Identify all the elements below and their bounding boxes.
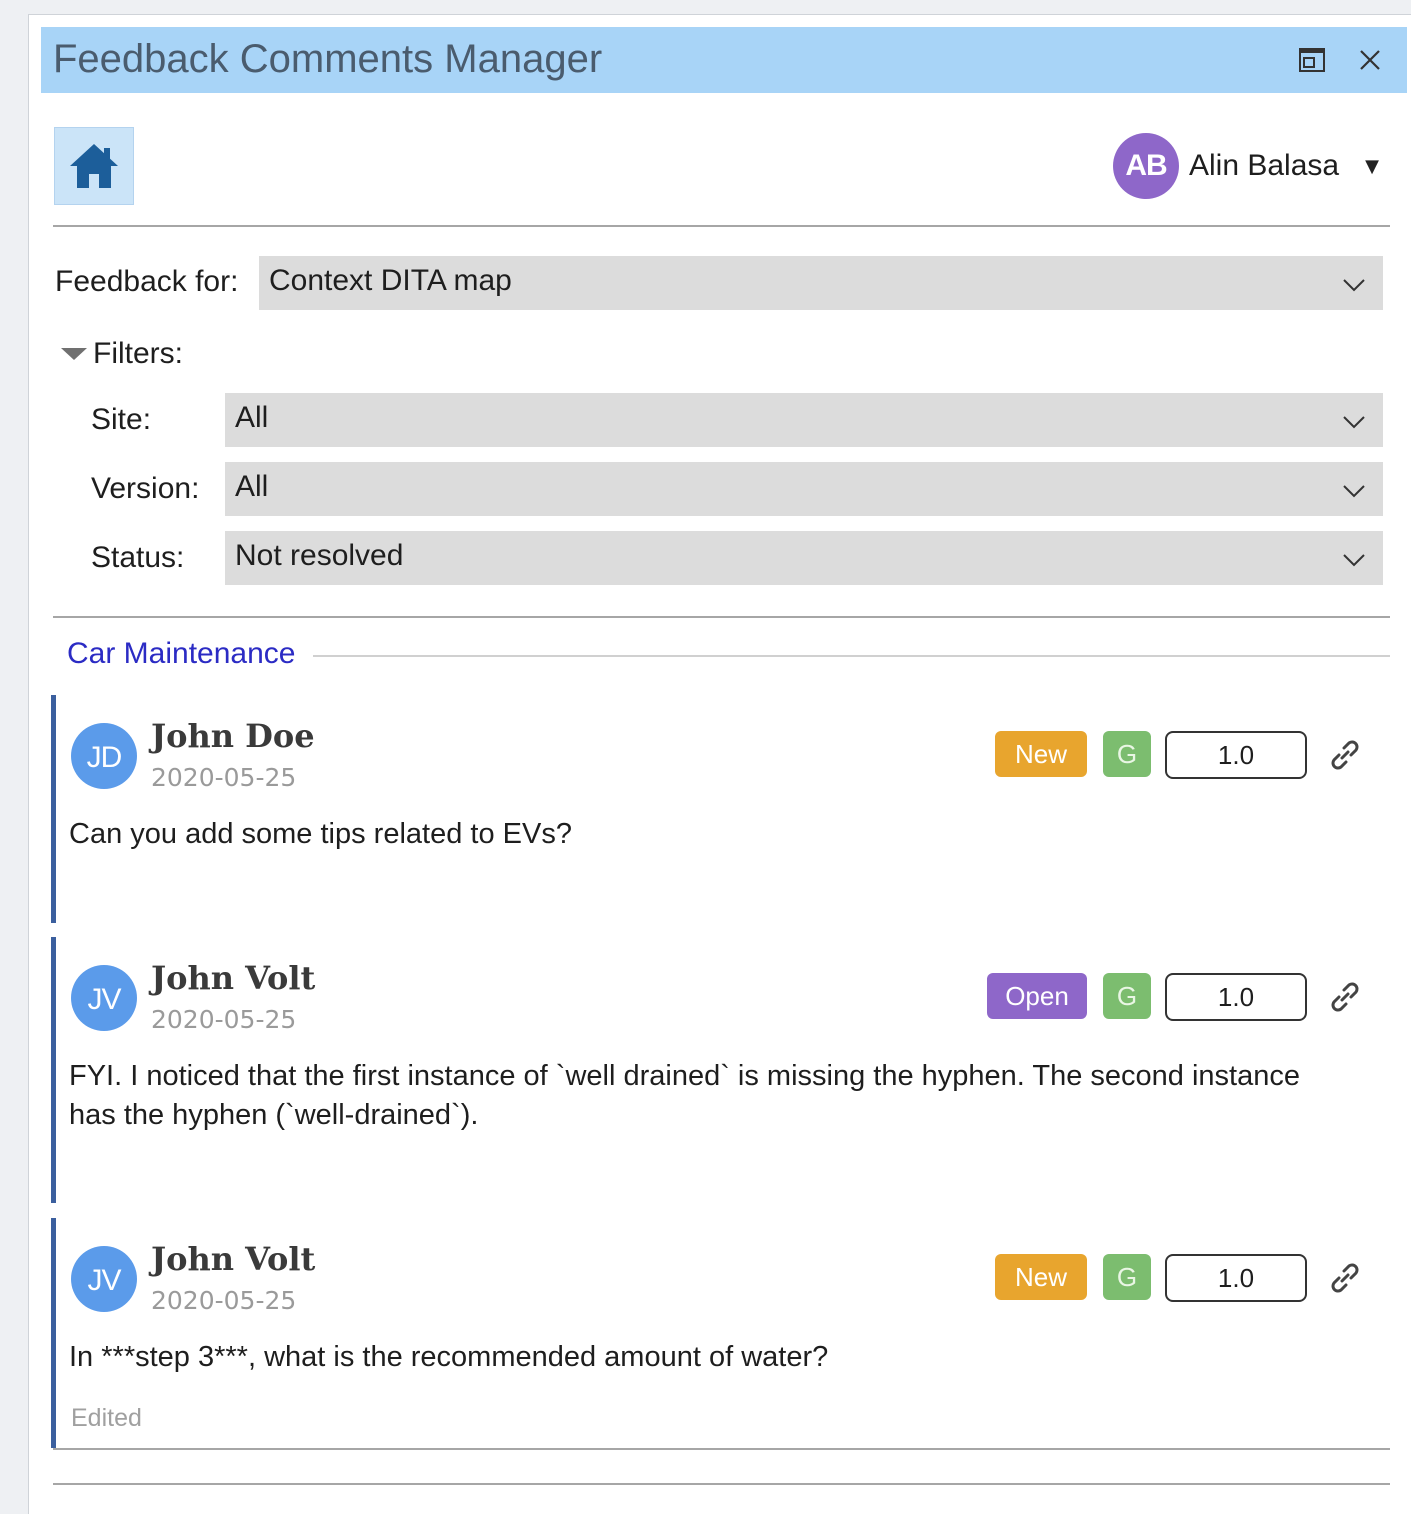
filters-toggle[interactable]: Filters: [61,337,183,371]
chevron-down-icon [1343,485,1365,498]
caret-down-icon: ▼ [1365,155,1379,177]
site-label: Site: [91,403,152,436]
comment-date: 2020-05-25 [151,1005,297,1034]
g-badge[interactable]: G [1103,1254,1151,1300]
user-name: Alin Balasa [1189,149,1340,182]
user-menu[interactable]: AB Alin Balasa ▼ [1113,133,1379,199]
comment-accent-bar [51,937,56,1203]
filters-label: Filters: [93,337,183,370]
comment-text: Can you add some tips related to EVs? [69,818,572,850]
feedback-for-value: Context DITA map [269,264,512,297]
link-icon[interactable] [1325,1258,1365,1298]
author-avatar: JD [71,723,137,789]
author-avatar: JV [71,1246,137,1312]
divider [53,225,1390,227]
comment-author: John Volt [151,1240,316,1278]
author-avatar: JV [71,965,137,1031]
comment-accent-bar [51,695,56,923]
divider [53,616,1390,618]
title-bar: Feedback Comments Manager [41,27,1407,93]
comment-accent-bar [51,1218,56,1448]
link-icon[interactable] [1325,977,1365,1017]
section-title-link[interactable]: Car Maintenance [67,637,295,671]
close-icon[interactable] [1353,43,1387,77]
status-badge[interactable]: New [995,731,1087,777]
link-icon[interactable] [1325,735,1365,775]
svg-text:JV: JV [87,1264,121,1297]
feedback-panel: Feedback Comments Manager AB Alin Balasa… [28,14,1411,1514]
version-box[interactable]: 1.0 [1165,731,1307,779]
window-title: Feedback Comments Manager [53,37,603,81]
g-badge[interactable]: G [1103,731,1151,777]
feedback-for-label: Feedback for: [55,265,239,298]
status-label: Status: [91,541,185,574]
version-label: Version: [91,472,200,505]
chevron-down-icon [1343,416,1365,429]
site-value: All [235,401,269,434]
g-badge[interactable]: G [1103,973,1151,1019]
home-button[interactable] [54,127,134,205]
comment-text: In ***step 3***, what is the recommended… [69,1341,829,1373]
status-badge[interactable]: Open [987,973,1087,1019]
comment-author: John Volt [151,959,316,997]
user-avatar: AB [1113,133,1179,199]
comment-author: John Doe [151,717,315,755]
status-badge[interactable]: New [995,1254,1087,1300]
comment-card: JV John Volt 2020-05-25 New G 1.0 In ***… [51,1218,1391,1448]
version-box[interactable]: 1.0 [1165,1254,1307,1302]
divider [53,1448,1390,1450]
section-divider [313,655,1390,657]
edited-label: Edited [71,1404,142,1432]
divider [53,1483,1390,1485]
comment-date: 2020-05-25 [151,1286,297,1315]
svg-text:JD: JD [87,741,122,774]
comment-card: JV John Volt 2020-05-25 Open G 1.0 FYI. … [51,937,1391,1203]
version-select[interactable]: All [225,462,1383,516]
version-value: All [235,470,269,503]
chevron-down-icon [1343,554,1365,567]
feedback-for-select[interactable]: Context DITA map [259,256,1383,310]
comment-text: FYI. I noticed that the first instance o… [69,1060,1300,1131]
comment-card: JD John Doe 2020-05-25 New G 1.0 Can you… [51,695,1391,923]
svg-text:JV: JV [87,983,121,1016]
site-select[interactable]: All [225,393,1383,447]
home-icon [70,144,118,188]
version-box[interactable]: 1.0 [1165,973,1307,1021]
restore-window-icon[interactable] [1295,43,1329,77]
comment-date: 2020-05-25 [151,763,297,792]
status-value: Not resolved [235,539,404,572]
status-select[interactable]: Not resolved [225,531,1383,585]
triangle-down-icon [61,348,87,360]
chevron-down-icon [1343,279,1365,292]
